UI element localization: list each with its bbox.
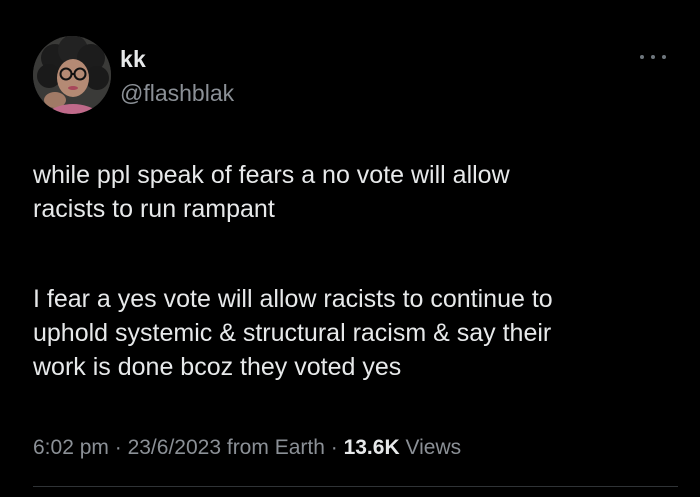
divider <box>33 486 678 487</box>
tweet-card: kk @flashblak while ppl speak of fears a… <box>0 0 700 497</box>
tweet-time[interactable]: 6:02 pm <box>33 436 109 459</box>
author-handle[interactable]: @flashblak <box>120 80 234 107</box>
separator: · <box>330 436 338 459</box>
tweet-meta: 6:02 pm · 23/6/2023 from Earth · 13.6K V… <box>33 436 461 460</box>
views-count[interactable]: 13.6K <box>344 436 400 459</box>
dot <box>640 55 644 59</box>
tweet-source: from Earth <box>226 436 325 459</box>
tweet-text-paragraph-2: I fear a yes vote will allow racists to … <box>33 285 553 381</box>
separator: · <box>114 436 122 459</box>
avatar-photo-icon <box>33 36 111 114</box>
author-display-name[interactable]: kk <box>120 46 146 73</box>
dot <box>662 55 666 59</box>
views-label[interactable]: Views <box>405 436 461 459</box>
tweet-text-paragraph-1: while ppl speak of fears a no vote will … <box>33 161 510 223</box>
dot <box>651 55 655 59</box>
tweet-date[interactable]: 23/6/2023 <box>128 436 221 459</box>
more-dots-icon[interactable] <box>640 50 666 64</box>
author-avatar[interactable] <box>33 36 111 114</box>
